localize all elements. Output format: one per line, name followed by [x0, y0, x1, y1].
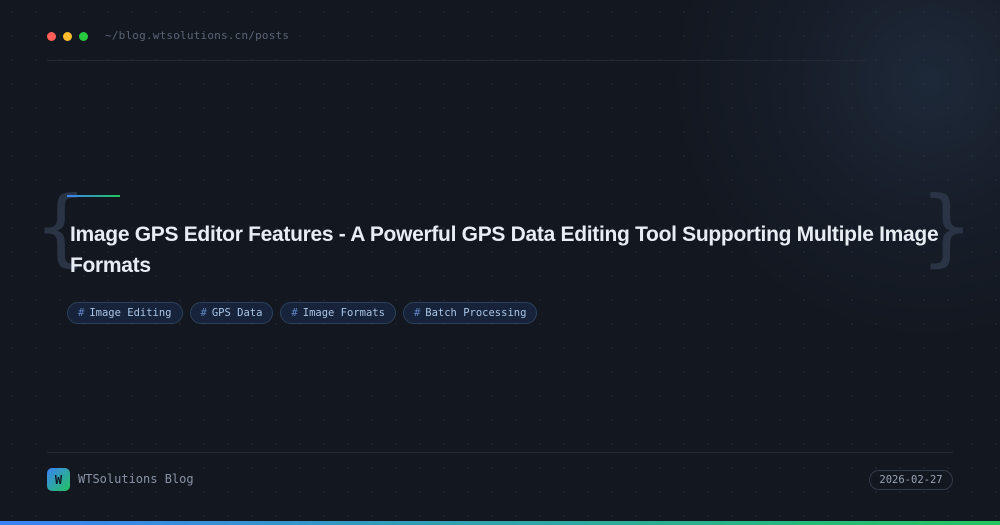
url-path: ~/blog.wtsolutions.cn/posts — [105, 29, 290, 42]
minimize-dot-icon[interactable] — [63, 32, 72, 41]
hash-icon: # — [413, 307, 421, 319]
footer-divider — [47, 452, 953, 453]
hash-icon: # — [200, 307, 207, 319]
tag-gps-data[interactable]: # GPS Data — [189, 302, 274, 324]
tag-label: Image Formats — [302, 307, 385, 319]
window-header: ~/blog.wtsolutions.cn/posts — [47, 28, 867, 61]
post-date: 2026-02-27 — [879, 474, 943, 486]
window-controls — [47, 32, 88, 41]
maximize-dot-icon[interactable] — [79, 32, 88, 41]
hash-icon: # — [78, 307, 85, 319]
tag-batch-processing[interactable]: # Batch Processing — [402, 302, 538, 324]
title-accent-line — [67, 195, 120, 197]
tag-label: Image Editing — [89, 307, 172, 319]
tag-list: # Image Editing # GPS Data # Image Forma… — [67, 302, 538, 324]
logo-letter: W — [54, 472, 63, 487]
post-title: Image GPS Editor Features - A Powerful G… — [70, 223, 939, 277]
hash-icon: # — [291, 307, 298, 319]
close-dot-icon[interactable] — [47, 32, 56, 41]
site-name[interactable]: WTSolutions Blog — [78, 472, 194, 486]
tag-label: Batch Processing — [425, 307, 527, 319]
tag-label: GPS Data — [211, 307, 263, 319]
site-logo[interactable]: W — [47, 468, 70, 491]
tag-image-editing[interactable]: # Image Editing — [67, 302, 183, 324]
tag-image-formats[interactable]: # Image Formats — [280, 302, 396, 324]
bottom-accent-bar — [0, 521, 1000, 525]
post-date-badge: 2026-02-27 — [869, 470, 953, 490]
